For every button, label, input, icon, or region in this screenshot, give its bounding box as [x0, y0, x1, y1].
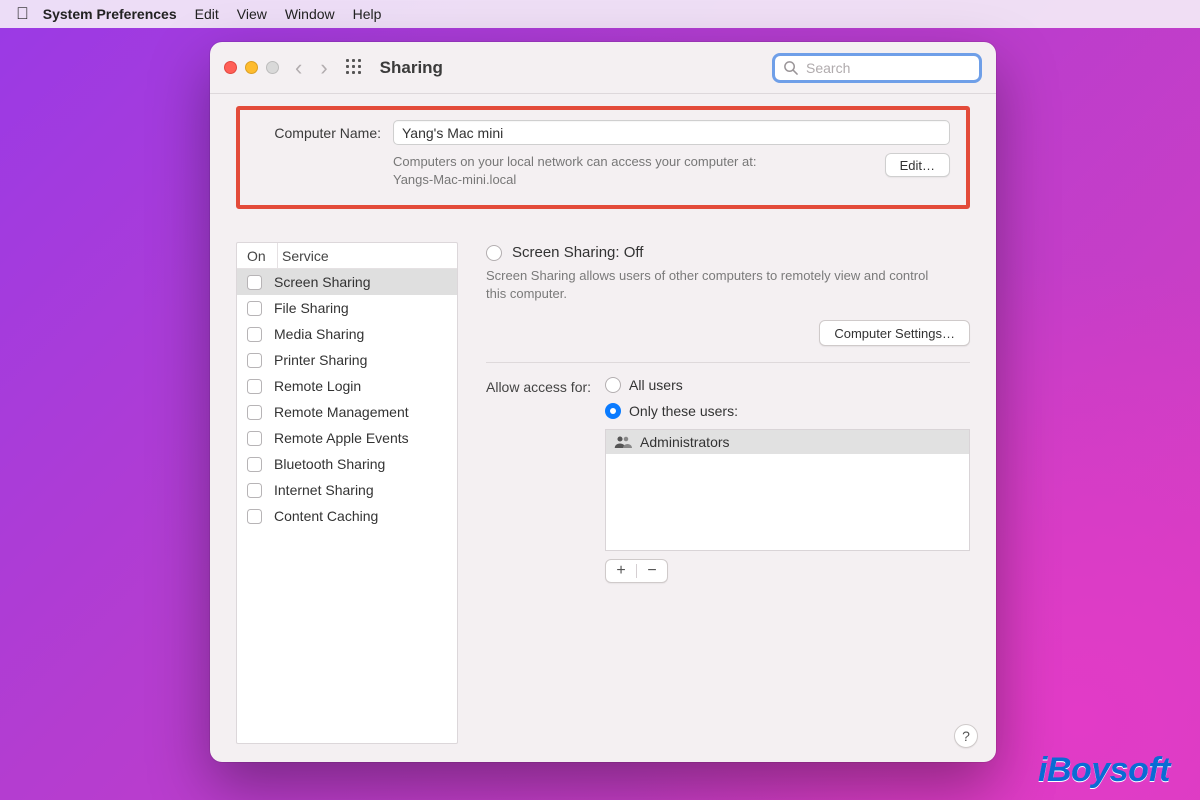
service-detail: Screen Sharing: Off Screen Sharing allow… — [486, 242, 970, 744]
search-field-wrap[interactable] — [772, 53, 982, 83]
computer-name-input[interactable] — [393, 120, 950, 145]
minimize-button[interactable] — [245, 61, 258, 74]
access-all-users[interactable]: All users — [605, 377, 970, 393]
user-row[interactable]: Administrators — [606, 430, 969, 454]
service-label: Media Sharing — [274, 326, 364, 342]
radio-all-users[interactable] — [605, 377, 621, 393]
service-label: Printer Sharing — [274, 352, 367, 368]
search-input[interactable] — [804, 59, 971, 77]
service-row[interactable]: Media Sharing — [237, 321, 457, 347]
sharing-window: ‹ › Sharing Computer Name: — [210, 42, 996, 762]
service-row[interactable]: Remote Management — [237, 399, 457, 425]
service-enable-radio[interactable] — [486, 245, 502, 261]
service-status-title: Screen Sharing: Off — [512, 244, 643, 261]
computer-name-hint: Computers on your local network can acce… — [393, 153, 871, 188]
remove-user-button[interactable]: − — [637, 560, 667, 582]
service-label: Bluetooth Sharing — [274, 456, 385, 472]
menu-view[interactable]: View — [237, 6, 267, 22]
service-list: On Service Screen Sharing File Sharing Med… — [236, 242, 458, 744]
edit-hostname-button[interactable]: Edit… — [885, 153, 950, 177]
users-icon — [614, 435, 632, 449]
titlebar: ‹ › Sharing — [210, 42, 996, 94]
computer-name-label: Computer Name: — [256, 125, 381, 141]
allowed-users-list[interactable]: Administrators — [605, 429, 970, 551]
service-row[interactable]: Printer Sharing — [237, 347, 457, 373]
service-checkbox[interactable] — [247, 379, 262, 394]
forward-button: › — [320, 57, 327, 79]
add-remove-control: + − — [605, 559, 668, 583]
back-button[interactable]: ‹ — [295, 57, 302, 79]
col-service-header: Service — [277, 243, 457, 268]
computer-settings-button[interactable]: Computer Settings… — [819, 320, 970, 346]
col-on-header: On — [237, 248, 277, 264]
service-checkbox[interactable] — [247, 509, 262, 524]
service-list-header: On Service — [237, 243, 457, 269]
service-row[interactable]: File Sharing — [237, 295, 457, 321]
menubar-app-name[interactable]: System Preferences — [43, 6, 177, 22]
pane-title: Sharing — [380, 58, 772, 78]
service-label: Remote Login — [274, 378, 361, 394]
radio-only-these-users[interactable] — [605, 403, 621, 419]
service-checkbox[interactable] — [247, 353, 262, 368]
service-checkbox[interactable] — [247, 431, 262, 446]
service-checkbox[interactable] — [247, 457, 262, 472]
service-label: Internet Sharing — [274, 482, 374, 498]
service-row[interactable]: Content Caching — [237, 503, 457, 529]
allow-access-label: Allow access for: — [486, 379, 591, 395]
service-label: Remote Apple Events — [274, 430, 409, 446]
service-row[interactable]: Screen Sharing — [237, 269, 457, 295]
menubar:  System Preferences Edit View Window He… — [0, 0, 1200, 28]
service-checkbox[interactable] — [247, 275, 262, 290]
service-checkbox[interactable] — [247, 405, 262, 420]
menu-window[interactable]: Window — [285, 6, 335, 22]
window-controls — [224, 61, 279, 74]
service-checkbox[interactable] — [247, 327, 262, 342]
service-label: File Sharing — [274, 300, 349, 316]
service-checkbox[interactable] — [247, 301, 262, 316]
help-button[interactable]: ? — [954, 724, 978, 748]
apple-menu-icon[interactable]:  — [16, 4, 29, 24]
access-only-these-users[interactable]: Only these users: — [605, 403, 970, 419]
service-checkbox[interactable] — [247, 483, 262, 498]
nav-buttons: ‹ › — [295, 57, 328, 79]
computer-name-section: Computer Name: Computers on your local n… — [236, 106, 970, 209]
show-all-icon[interactable] — [346, 59, 364, 77]
menu-help[interactable]: Help — [353, 6, 382, 22]
zoom-button — [266, 61, 279, 74]
service-row[interactable]: Remote Apple Events — [237, 425, 457, 451]
service-row[interactable]: Bluetooth Sharing — [237, 451, 457, 477]
user-name: Administrators — [640, 434, 729, 450]
close-button[interactable] — [224, 61, 237, 74]
service-description: Screen Sharing allows users of other com… — [486, 267, 946, 302]
service-row[interactable]: Remote Login — [237, 373, 457, 399]
service-label: Remote Management — [274, 404, 409, 420]
service-label: Content Caching — [274, 508, 378, 524]
search-icon — [783, 60, 798, 75]
add-user-button[interactable]: + — [606, 560, 636, 582]
watermark: iBoysoft — [1038, 751, 1170, 790]
service-row[interactable]: Internet Sharing — [237, 477, 457, 503]
menu-edit[interactable]: Edit — [195, 6, 219, 22]
divider — [486, 362, 970, 363]
service-label: Screen Sharing — [274, 274, 371, 290]
